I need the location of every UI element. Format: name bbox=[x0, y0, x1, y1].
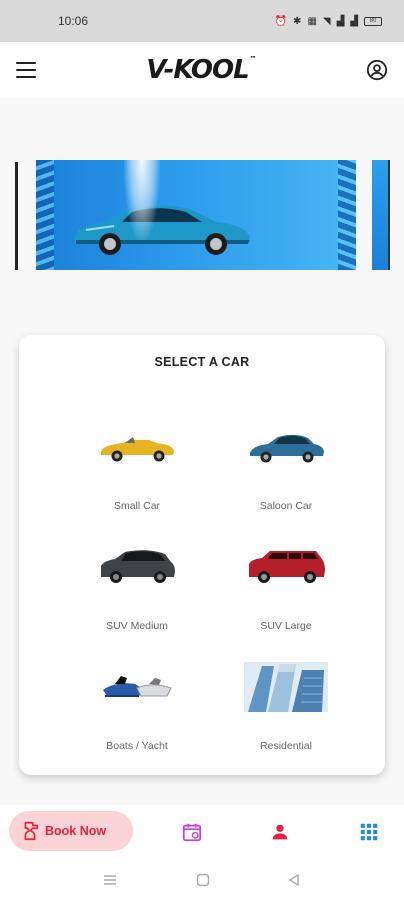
sports-car-image bbox=[74, 205, 250, 255]
volte-icon: ▦ bbox=[307, 15, 317, 27]
option-suv-large[interactable]: SUV Large bbox=[216, 540, 356, 645]
option-saloon-car[interactable]: Saloon Car bbox=[216, 420, 356, 525]
system-nav-bar bbox=[0, 860, 404, 900]
book-now-label: Book Now bbox=[45, 824, 107, 838]
home-icon[interactable] bbox=[195, 872, 211, 888]
option-label: Saloon Car bbox=[259, 500, 313, 512]
select-car-title: SELECT A CAR bbox=[154, 355, 250, 369]
next-slide-edge bbox=[372, 160, 390, 270]
battery-icon: 80 bbox=[364, 16, 382, 26]
water-spray bbox=[124, 160, 160, 240]
option-suv-medium[interactable]: SUV Medium bbox=[67, 540, 207, 645]
spray-bottle-icon bbox=[24, 821, 39, 841]
recents-icon[interactable] bbox=[102, 872, 118, 888]
car-wash-banner[interactable] bbox=[36, 160, 356, 270]
calendar-icon[interactable] bbox=[181, 821, 203, 843]
bottom-nav: Book Now bbox=[0, 805, 404, 860]
signal-icon: ▟ bbox=[336, 15, 345, 27]
person-icon[interactable] bbox=[269, 821, 291, 843]
building-icon bbox=[244, 662, 328, 712]
bluetooth-icon: ✱ bbox=[293, 15, 302, 27]
suv-large-icon bbox=[249, 551, 325, 583]
option-label: SUV Medium bbox=[106, 620, 168, 632]
logo-trademark: ™ bbox=[249, 55, 257, 63]
alarm-icon: ⏰ bbox=[274, 15, 288, 27]
option-label: Residential bbox=[260, 740, 312, 752]
suv-medium-icon bbox=[101, 550, 175, 583]
battery-level: 80 bbox=[369, 17, 377, 24]
logo-text: V-KOOL bbox=[146, 55, 249, 85]
account-circle-icon[interactable] bbox=[366, 59, 388, 81]
sedan-car-icon bbox=[250, 434, 324, 463]
option-residential[interactable]: Residential bbox=[216, 660, 356, 765]
convertible-car-icon bbox=[101, 437, 174, 462]
back-icon[interactable] bbox=[286, 872, 302, 888]
previous-slide-edge bbox=[15, 162, 18, 270]
select-car-card: SELECT A CAR Small Car Saloon Car SUV Me… bbox=[19, 335, 385, 775]
signal-icon: ▟ bbox=[350, 15, 358, 27]
grid-icon[interactable] bbox=[358, 821, 380, 843]
banner-carousel[interactable] bbox=[0, 150, 404, 275]
wifi-icon: ◥ bbox=[322, 15, 331, 27]
option-label: Boats / Yacht bbox=[106, 740, 168, 752]
status-time: 10:06 bbox=[58, 14, 89, 28]
option-label: Small Car bbox=[113, 500, 161, 512]
menu-icon[interactable] bbox=[16, 62, 36, 78]
brand-logo: V-KOOL™ bbox=[146, 55, 257, 85]
book-now-button[interactable]: Book Now bbox=[9, 811, 133, 851]
option-boats-yacht[interactable]: Boats / Yacht bbox=[67, 660, 207, 765]
status-bar: 10:06 ⏰ ✱ ▦ ◥ ▟ ▟ 80 bbox=[0, 0, 404, 42]
option-label: SUV Large bbox=[260, 620, 312, 632]
app-header: V-KOOL™ bbox=[0, 42, 404, 98]
status-indicators: ⏰ ✱ ▦ ◥ ▟ ▟ 80 bbox=[275, 16, 382, 27]
jetski-icon bbox=[103, 676, 172, 697]
option-small-car[interactable]: Small Car bbox=[67, 420, 207, 525]
